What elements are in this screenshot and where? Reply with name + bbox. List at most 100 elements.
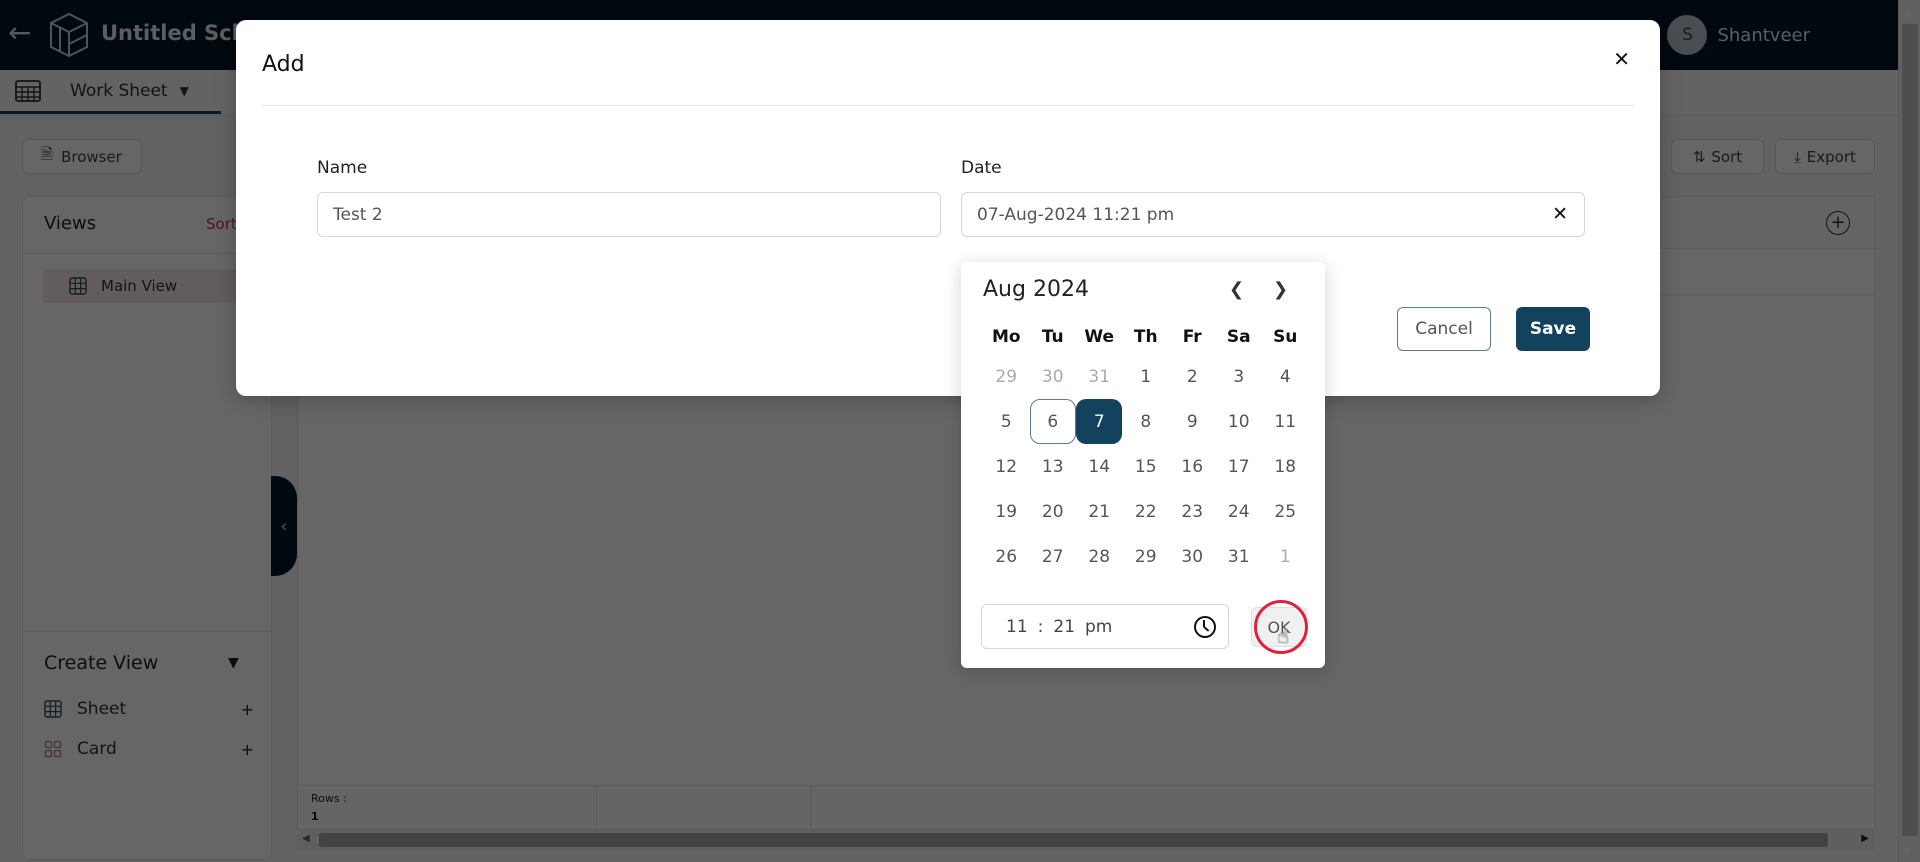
- calendar-day[interactable]: 17: [1216, 444, 1263, 489]
- calendar-day[interactable]: 27: [1030, 534, 1077, 579]
- calendar-day[interactable]: 4: [1262, 354, 1309, 399]
- calendar-day[interactable]: 16: [1169, 444, 1216, 489]
- date-input-value: 07-Aug-2024 11:21 pm: [977, 204, 1175, 225]
- clear-date-icon[interactable]: ✕: [1552, 203, 1568, 225]
- calendar-day[interactable]: 1: [1262, 534, 1309, 579]
- calendar-day[interactable]: 26: [983, 534, 1030, 579]
- calendar-day-number: 7: [1076, 399, 1123, 444]
- calendar-day[interactable]: 8: [1123, 399, 1170, 444]
- close-icon[interactable]: ✕: [1613, 47, 1630, 71]
- time-ampm[interactable]: pm: [1085, 617, 1112, 637]
- calendar-day-number: 15: [1134, 456, 1157, 477]
- calendar-day[interactable]: 15: [1123, 444, 1170, 489]
- calendar-day-number: 31: [1227, 546, 1250, 567]
- calendar-day[interactable]: 28: [1076, 534, 1123, 579]
- hand-cursor-icon: ☝: [1277, 624, 1290, 648]
- calendar-day[interactable]: 22: [1123, 489, 1170, 534]
- calendar-day-number: 22: [1134, 501, 1157, 522]
- calendar-day[interactable]: 25: [1262, 489, 1309, 534]
- calendar-day-selected[interactable]: 7: [1076, 399, 1123, 444]
- calendar-day-number: 23: [1181, 501, 1204, 522]
- date-picker-popup: Aug 2024 ❮ ❯ Mo Tu We Th Fr Sa Su 29 30 31 1 2 3 4 5 6 7…: [961, 262, 1325, 668]
- calendar-day[interactable]: 24: [1216, 489, 1263, 534]
- weekday-header: Fr: [1182, 327, 1202, 347]
- time-input[interactable]: 11 : 21 pm: [981, 604, 1229, 649]
- dialog-title: Add: [262, 52, 305, 77]
- time-minute[interactable]: 21: [1053, 617, 1075, 637]
- cancel-button[interactable]: Cancel: [1397, 307, 1491, 351]
- calendar-day-number: 9: [1186, 411, 1198, 432]
- chevron-right-icon[interactable]: ❯: [1273, 279, 1288, 300]
- calendar-day-number: 29: [995, 366, 1018, 387]
- weekday-header: Su: [1273, 327, 1298, 347]
- calendar-day-number: 28: [1088, 546, 1111, 567]
- calendar-day[interactable]: 31: [1076, 354, 1123, 399]
- calendar-day-number: 30: [1181, 546, 1204, 567]
- weekday-header: We: [1084, 327, 1115, 347]
- calendar-day-number: 5: [1000, 411, 1012, 432]
- calendar-day-number: 21: [1088, 501, 1111, 522]
- calendar-day-today[interactable]: 6: [1029, 399, 1077, 444]
- calendar-day-number: 30: [1041, 366, 1064, 387]
- calendar-day-number: 29: [1134, 546, 1157, 567]
- weekday-header: Sa: [1226, 327, 1251, 347]
- calendar-day[interactable]: 3: [1216, 354, 1263, 399]
- calendar-day-number: 17: [1227, 456, 1250, 477]
- calendar-day[interactable]: 21: [1076, 489, 1123, 534]
- calendar-day[interactable]: 5: [983, 399, 1030, 444]
- calendar-day[interactable]: 29: [983, 354, 1030, 399]
- calendar-day-number: 13: [1041, 456, 1064, 477]
- time-separator: :: [1037, 616, 1044, 637]
- calendar-month-label: Aug 2024: [983, 277, 1089, 302]
- calendar-day[interactable]: 19: [983, 489, 1030, 534]
- calendar-day-number: 31: [1088, 366, 1111, 387]
- calendar-day[interactable]: 29: [1123, 534, 1170, 579]
- calendar-day-number: 2: [1186, 366, 1198, 387]
- time-hour[interactable]: 11: [1006, 617, 1028, 637]
- weekday-header: Mo: [991, 327, 1021, 347]
- name-label: Name: [317, 158, 368, 178]
- calendar-day-number: 19: [995, 501, 1018, 522]
- calendar-day[interactable]: 9: [1169, 399, 1216, 444]
- calendar-day-number: 20: [1041, 501, 1064, 522]
- calendar-day[interactable]: 14: [1076, 444, 1123, 489]
- name-input[interactable]: Test 2: [317, 192, 941, 237]
- calendar-day[interactable]: 1: [1123, 354, 1170, 399]
- calendar-day-number: 6: [1029, 399, 1076, 444]
- calendar-day-number: 24: [1227, 501, 1250, 522]
- calendar-day-number: 8: [1140, 411, 1152, 432]
- calendar-day-number: 1: [1279, 546, 1291, 567]
- name-input-value: Test 2: [333, 204, 383, 225]
- save-button[interactable]: Save: [1516, 307, 1590, 351]
- calendar-day-number: 11: [1274, 411, 1297, 432]
- calendar-day[interactable]: 12: [983, 444, 1030, 489]
- calendar-day-number: 18: [1274, 456, 1297, 477]
- calendar-day[interactable]: 30: [1169, 534, 1216, 579]
- calendar-day[interactable]: 18: [1262, 444, 1309, 489]
- calendar-day[interactable]: 2: [1169, 354, 1216, 399]
- add-dialog: Add ✕ Name Test 2 Date 07-Aug-2024 11:21…: [236, 20, 1660, 396]
- calendar-day[interactable]: 13: [1030, 444, 1077, 489]
- weekday-header: Tu: [1041, 327, 1064, 347]
- date-input[interactable]: 07-Aug-2024 11:21 pm ✕: [961, 192, 1585, 237]
- calendar-day-number: 27: [1041, 546, 1064, 567]
- calendar-day-number: 4: [1279, 366, 1291, 387]
- calendar-day[interactable]: 31: [1216, 534, 1263, 579]
- calendar-day[interactable]: 11: [1262, 399, 1309, 444]
- calendar-day[interactable]: 10: [1216, 399, 1263, 444]
- calendar-day[interactable]: 30: [1030, 354, 1077, 399]
- calendar-day-number: 12: [995, 456, 1018, 477]
- calendar-day[interactable]: 20: [1030, 489, 1077, 534]
- divider: [262, 105, 1634, 106]
- clock-icon[interactable]: [1194, 616, 1216, 638]
- weekday-header: Th: [1133, 327, 1158, 347]
- calendar-day-number: 10: [1227, 411, 1250, 432]
- calendar-day-number: 3: [1233, 366, 1245, 387]
- date-label: Date: [961, 158, 1002, 178]
- calendar-day-number: 25: [1274, 501, 1297, 522]
- calendar-grid: Mo Tu We Th Fr Sa Su 29 30 31 1 2 3 4 5 6 7 8 9 10 11 12 13 14 1…: [983, 320, 1309, 579]
- calendar-day[interactable]: 23: [1169, 489, 1216, 534]
- calendar-day-number: 16: [1181, 456, 1204, 477]
- chevron-left-icon[interactable]: ❮: [1229, 279, 1244, 300]
- calendar-day-number: 14: [1088, 456, 1111, 477]
